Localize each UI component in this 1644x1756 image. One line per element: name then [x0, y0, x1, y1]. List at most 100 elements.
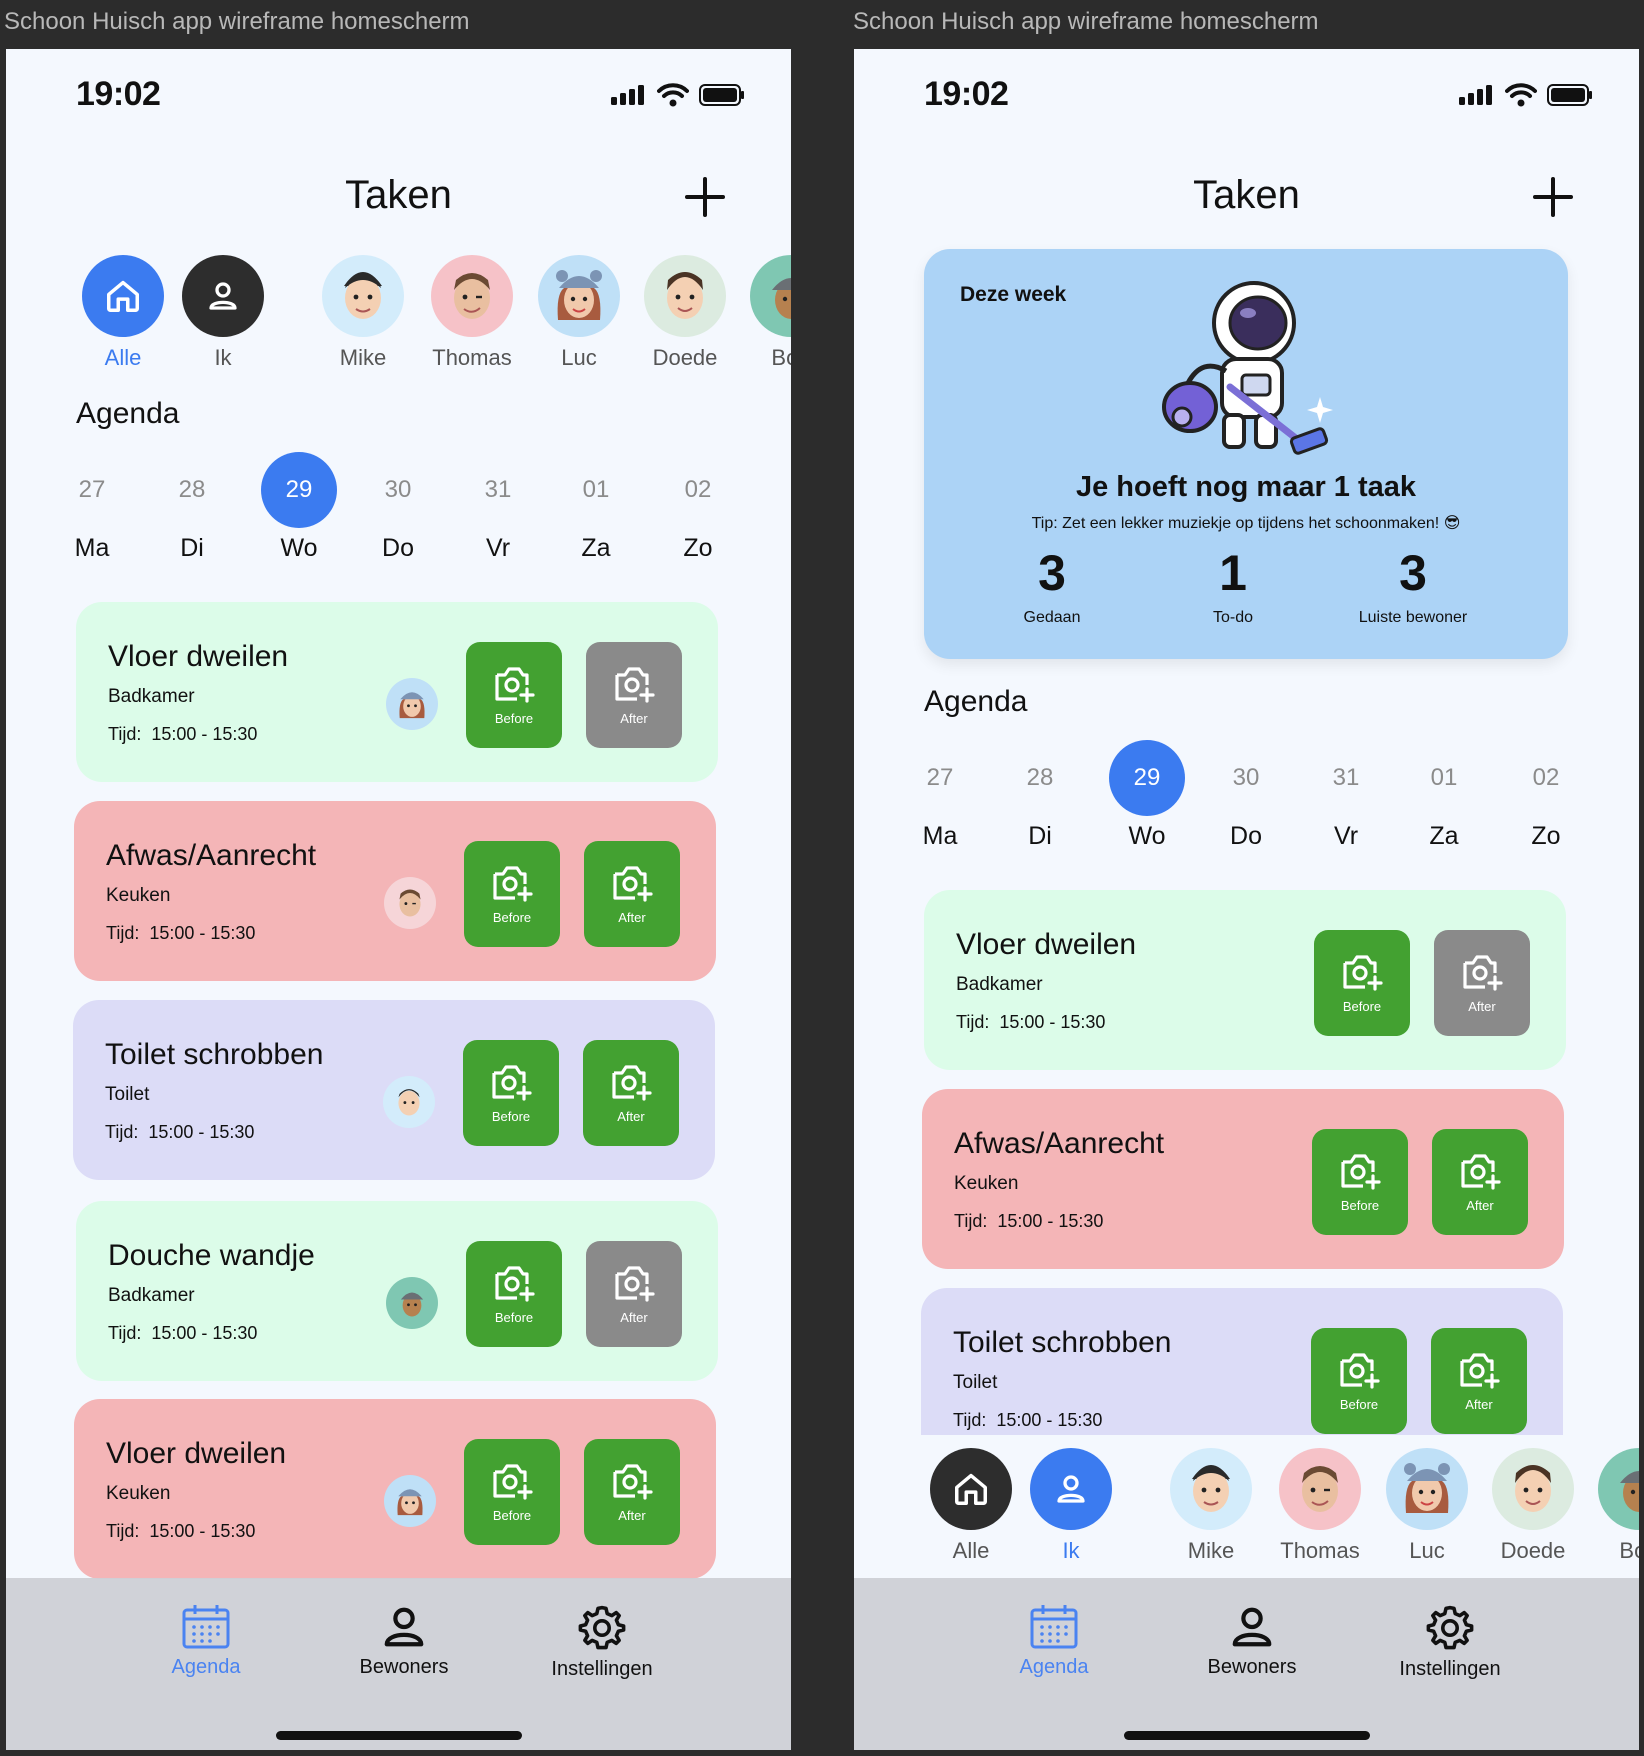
tab-bewoners[interactable]: Bewoners [1172, 1604, 1332, 1679]
tab-agenda[interactable]: Agenda [974, 1604, 1134, 1679]
after-label: After [1465, 1396, 1493, 1412]
tab-instellingen[interactable]: Instellingen [522, 1604, 682, 1681]
task-card[interactable]: Vloer dweilen Badkamer Tijd: 15:00 - 15:… [924, 890, 1566, 1070]
stat-value: 3 [1038, 545, 1066, 601]
day-name: Di [1028, 822, 1052, 850]
summary-week-label: Deze week [960, 283, 1067, 306]
day-name: Za [1429, 822, 1459, 850]
filter-luc[interactable]: Luc [1372, 1448, 1482, 1564]
task-time-label: Tijd: [956, 1012, 990, 1032]
day-27[interactable]: 27 Ma [52, 452, 132, 563]
day-28[interactable]: 28 Di [1000, 740, 1080, 851]
tab-label: Instellingen [551, 1658, 653, 1680]
day-01[interactable]: 01 Za [556, 452, 636, 563]
day-name: Wo [1128, 822, 1166, 850]
before-photo-button[interactable]: Before [464, 1439, 560, 1545]
filter-bob[interactable]: Bob [736, 255, 791, 371]
stat-label: Gedaan [1023, 609, 1081, 626]
gear-icon [578, 1605, 626, 1650]
camera-plus-icon [613, 1463, 653, 1500]
before-photo-button[interactable]: Before [466, 1241, 562, 1347]
before-photo-button[interactable]: Before [1314, 930, 1410, 1036]
assignee-avatar [383, 1076, 435, 1128]
task-time: Tijd: 15:00 - 15:30 [105, 1122, 254, 1143]
day-30[interactable]: 30 Do [358, 452, 438, 563]
after-photo-button[interactable]: After [1434, 930, 1530, 1036]
page-title: Taken [1193, 173, 1300, 217]
after-photo-button[interactable]: After [584, 841, 680, 947]
day-name: Wo [280, 534, 318, 562]
add-task-button[interactable] [1531, 175, 1575, 219]
task-title: Vloer dweilen [956, 928, 1137, 961]
task-card[interactable]: Vloer dweilen Badkamer Tijd: 15:00 - 15:… [76, 602, 718, 782]
filter-doede[interactable]: Doede [630, 255, 740, 371]
filter-all[interactable]: Alle [916, 1448, 1026, 1564]
filter-luc[interactable]: Luc [524, 255, 634, 371]
before-photo-button[interactable]: Before [1312, 1129, 1408, 1235]
day-30[interactable]: 30 Do [1206, 740, 1286, 851]
filter-label: Thomas [432, 345, 512, 370]
before-photo-button[interactable]: Before [463, 1040, 559, 1146]
tab-agenda[interactable]: Agenda [126, 1604, 286, 1679]
signal-icon [611, 85, 644, 105]
task-card[interactable]: Afwas/Aanrecht Keuken Tijd: 15:00 - 15:3… [922, 1089, 1564, 1269]
day-number: 27 [926, 764, 954, 791]
avatar-thomas [1279, 1448, 1361, 1530]
filter-mike[interactable]: Mike [308, 255, 418, 371]
home-indicator [1124, 1731, 1370, 1740]
task-time-value: 15:00 - 15:30 [996, 1410, 1103, 1430]
filter-bob[interactable]: Bob [1584, 1448, 1639, 1564]
task-time-label: Tijd: [953, 1410, 987, 1430]
day-31[interactable]: 31 Vr [1306, 740, 1386, 851]
task-title: Vloer dweilen [108, 640, 289, 673]
agenda-title: Agenda [924, 685, 1028, 718]
task-time-value: 15:00 - 15:30 [999, 1012, 1106, 1032]
after-photo-button[interactable]: After [583, 1040, 679, 1146]
day-31[interactable]: 31 Vr [458, 452, 538, 563]
status-icons [611, 83, 745, 107]
day-27[interactable]: 27 Ma [900, 740, 980, 851]
tab-label: Agenda [1019, 1656, 1089, 1678]
after-photo-button[interactable]: After [1431, 1328, 1527, 1434]
person-icon [384, 1607, 424, 1647]
filter-thomas[interactable]: Thomas [1265, 1448, 1375, 1564]
day-28[interactable]: 28 Di [152, 452, 232, 563]
day-29[interactable]: 29 Wo [259, 452, 339, 563]
filter-label: Mike [1187, 1538, 1235, 1563]
filter-label: Alle [104, 345, 142, 370]
task-time-value: 15:00 - 15:30 [149, 1521, 256, 1541]
task-card[interactable]: Toilet schrobben Toilet Tijd: 15:00 - 15… [73, 1000, 715, 1180]
filter-me[interactable]: Ik [168, 255, 278, 371]
before-photo-button[interactable]: Before [1311, 1328, 1407, 1434]
avatar-luc [1386, 1448, 1468, 1530]
filter-me[interactable]: Ik [1016, 1448, 1126, 1564]
task-card[interactable]: Vloer dweilen Keuken Tijd: 15:00 - 15:30… [74, 1399, 716, 1579]
day-02[interactable]: 02 Zo [1506, 740, 1586, 851]
after-photo-button[interactable]: After [584, 1439, 680, 1545]
task-time-label: Tijd: [106, 1521, 140, 1541]
filter-doede[interactable]: Doede [1478, 1448, 1588, 1564]
after-photo-button[interactable]: After [586, 1241, 682, 1347]
avatar-doede [644, 255, 726, 337]
filter-thomas[interactable]: Thomas [417, 255, 527, 371]
day-01[interactable]: 01 Za [1404, 740, 1484, 851]
before-photo-button[interactable]: Before [464, 841, 560, 947]
day-02[interactable]: 02 Zo [658, 452, 738, 563]
task-card[interactable]: Afwas/Aanrecht Keuken Tijd: 15:00 - 15:3… [74, 801, 716, 981]
filter-label: Luc [1409, 1538, 1445, 1563]
resident-filter-row: Alle Ik Mike Thomas Luc Doede B [854, 1448, 1639, 1568]
summary-headline: Je hoeft nog maar 1 taak [1075, 471, 1417, 503]
day-29[interactable]: 29 Wo [1107, 740, 1187, 851]
camera-plus-icon [1461, 1153, 1501, 1190]
before-photo-button[interactable]: Before [466, 642, 562, 748]
after-photo-button[interactable]: After [1432, 1129, 1528, 1235]
tab-bewoners[interactable]: Bewoners [324, 1604, 484, 1679]
tab-instellingen[interactable]: Instellingen [1370, 1604, 1530, 1681]
after-photo-button[interactable]: After [586, 642, 682, 748]
add-task-button[interactable] [683, 175, 727, 219]
task-card[interactable]: Douche wandje Badkamer Tijd: 15:00 - 15:… [76, 1201, 718, 1381]
filter-mike[interactable]: Mike [1156, 1448, 1266, 1564]
day-name: Vr [485, 534, 511, 562]
tab-label: Bewoners [1207, 1656, 1297, 1678]
filter-all[interactable]: Alle [68, 255, 178, 371]
